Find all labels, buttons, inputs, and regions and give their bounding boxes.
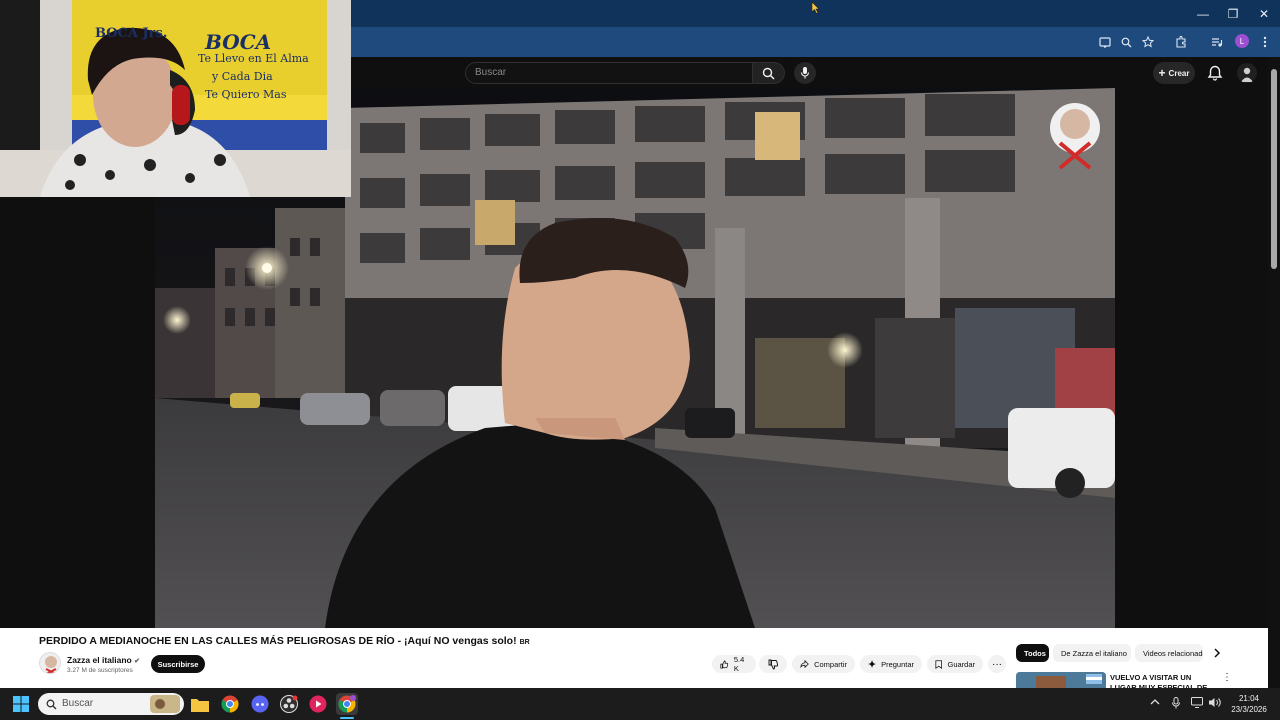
banner-text-line3: Te Quiero Mas (205, 88, 287, 101)
ask-label: Preguntar (881, 659, 914, 669)
share-icon (800, 659, 809, 669)
search-icon (762, 67, 775, 80)
like-count: 5.4 K (733, 655, 745, 673)
extensions-icon[interactable] (1172, 33, 1190, 51)
related-video-title[interactable]: VUELVO A VISITAR UN LUGAR MUY ESPECIAL D… (1110, 673, 1214, 688)
tray-display-icon[interactable] (1191, 697, 1203, 711)
profile-avatar[interactable]: L (1235, 34, 1249, 48)
page-scrollbar[interactable] (1268, 57, 1280, 688)
tray-microphone-icon[interactable] (1171, 697, 1181, 712)
video-title-text: PERDIDO A MEDIANOCHE EN LAS CALLES MÁS P… (39, 635, 517, 647)
thumbs-up-icon (720, 660, 729, 668)
like-button[interactable]: 5.4 K (712, 655, 756, 673)
create-button[interactable]: + Crear (1153, 62, 1195, 84)
plus-icon: + (1158, 66, 1166, 80)
subscriber-count: 3.27 M de suscriptores (67, 667, 133, 674)
windows-taskbar: Buscar 21:04 23/3/2026 (0, 688, 1280, 720)
subscribe-button[interactable]: Suscribirse (151, 655, 205, 673)
verified-icon: ✔ (134, 658, 140, 665)
banner-text-boca: BOCA (205, 30, 272, 54)
chip-related[interactable]: Videos relacionados (1135, 644, 1203, 662)
chrome-icon[interactable] (219, 693, 241, 715)
windows-start-icon[interactable] (10, 693, 32, 715)
active-app-indicator (340, 717, 354, 719)
chip-todos[interactable]: Todos (1016, 644, 1049, 662)
banner-text-line1: Te Llevo en El Alma (198, 52, 309, 65)
cast-icon[interactable] (1096, 33, 1114, 51)
media-player-icon[interactable] (307, 693, 329, 715)
taskbar-search-icon (46, 699, 57, 710)
chip-channel[interactable]: De Zazza el italiano (1053, 644, 1131, 662)
thumbs-down-icon (768, 659, 778, 669)
channel-name-text[interactable]: Zazza el italiano (67, 655, 132, 665)
webcam-overlay: BOCA Jrs. BOCA Te Llevo en El Alma y Cad… (0, 0, 351, 197)
channel-avatar[interactable] (39, 652, 61, 674)
video-title-tag: BR (519, 639, 530, 646)
clock-date: 23/3/2026 (1231, 705, 1267, 714)
youtube-search-input[interactable]: Buscar (465, 62, 753, 84)
chevron-right-icon[interactable] (1212, 648, 1222, 658)
bookmark-icon (935, 659, 943, 669)
restore-button[interactable]: ❐ (1218, 0, 1248, 27)
webcam-background (0, 0, 351, 197)
zoom-icon[interactable] (1117, 33, 1135, 51)
microphone-icon (800, 67, 810, 79)
sparkle-icon (868, 659, 877, 669)
account-avatar[interactable] (1237, 63, 1257, 83)
menu-dots-icon[interactable] (1256, 33, 1274, 51)
banner-text-line2: y Cada Dia (212, 70, 273, 83)
share-label: Compartir (814, 659, 847, 669)
voice-search-button[interactable] (794, 62, 816, 84)
search-highlight-icon (150, 695, 180, 713)
video-title: PERDIDO A MEDIANOCHE EN LAS CALLES MÁS P… (39, 635, 530, 647)
save-button[interactable]: Guardar (927, 655, 983, 673)
search-button[interactable] (753, 62, 785, 84)
screen: — ❐ ✕ L Buscar + Crear BOCA Jrs. BOCA Te… (0, 0, 1280, 720)
media-controls-icon[interactable] (1208, 33, 1226, 51)
clock-time: 21:04 (1238, 694, 1260, 703)
video-info-area: PERDIDO A MEDIANOCHE EN LAS CALLES MÁS P… (0, 628, 1268, 688)
save-label: Guardar (947, 659, 975, 669)
bookmark-star-icon[interactable] (1139, 33, 1157, 51)
taskbar-search-placeholder: Buscar (62, 698, 94, 709)
share-button[interactable]: Compartir (792, 655, 855, 673)
minimize-button[interactable]: — (1188, 0, 1218, 27)
notifications-bell-icon[interactable] (1206, 64, 1224, 82)
create-label: Crear (1168, 68, 1190, 78)
close-window-button[interactable]: ✕ (1249, 0, 1279, 27)
chrome-profile-icon[interactable] (336, 693, 358, 715)
dislike-button[interactable] (759, 655, 787, 673)
file-explorer-icon[interactable] (189, 693, 211, 715)
discord-icon[interactable] (249, 693, 271, 715)
mouse-cursor-icon (811, 1, 820, 14)
related-video-thumbnail[interactable] (1016, 672, 1106, 688)
tray-volume-icon[interactable] (1208, 697, 1221, 711)
channel-name[interactable]: Zazza el italiano ✔ (67, 655, 140, 665)
related-video-menu-icon[interactable]: ⋮ (1222, 672, 1232, 683)
taskbar-search-input[interactable]: Buscar (38, 693, 184, 715)
ask-button[interactable]: Preguntar (860, 655, 922, 673)
taskbar-clock[interactable]: 21:04 23/3/2026 (1226, 693, 1272, 715)
more-actions-button[interactable]: ··· (988, 655, 1006, 673)
scrollbar-thumb[interactable] (1271, 69, 1277, 269)
tray-chevron-up-icon[interactable] (1150, 697, 1160, 710)
obs-icon[interactable] (278, 693, 300, 715)
banner-text-bocajrs: BOCA Jrs. (95, 26, 168, 41)
